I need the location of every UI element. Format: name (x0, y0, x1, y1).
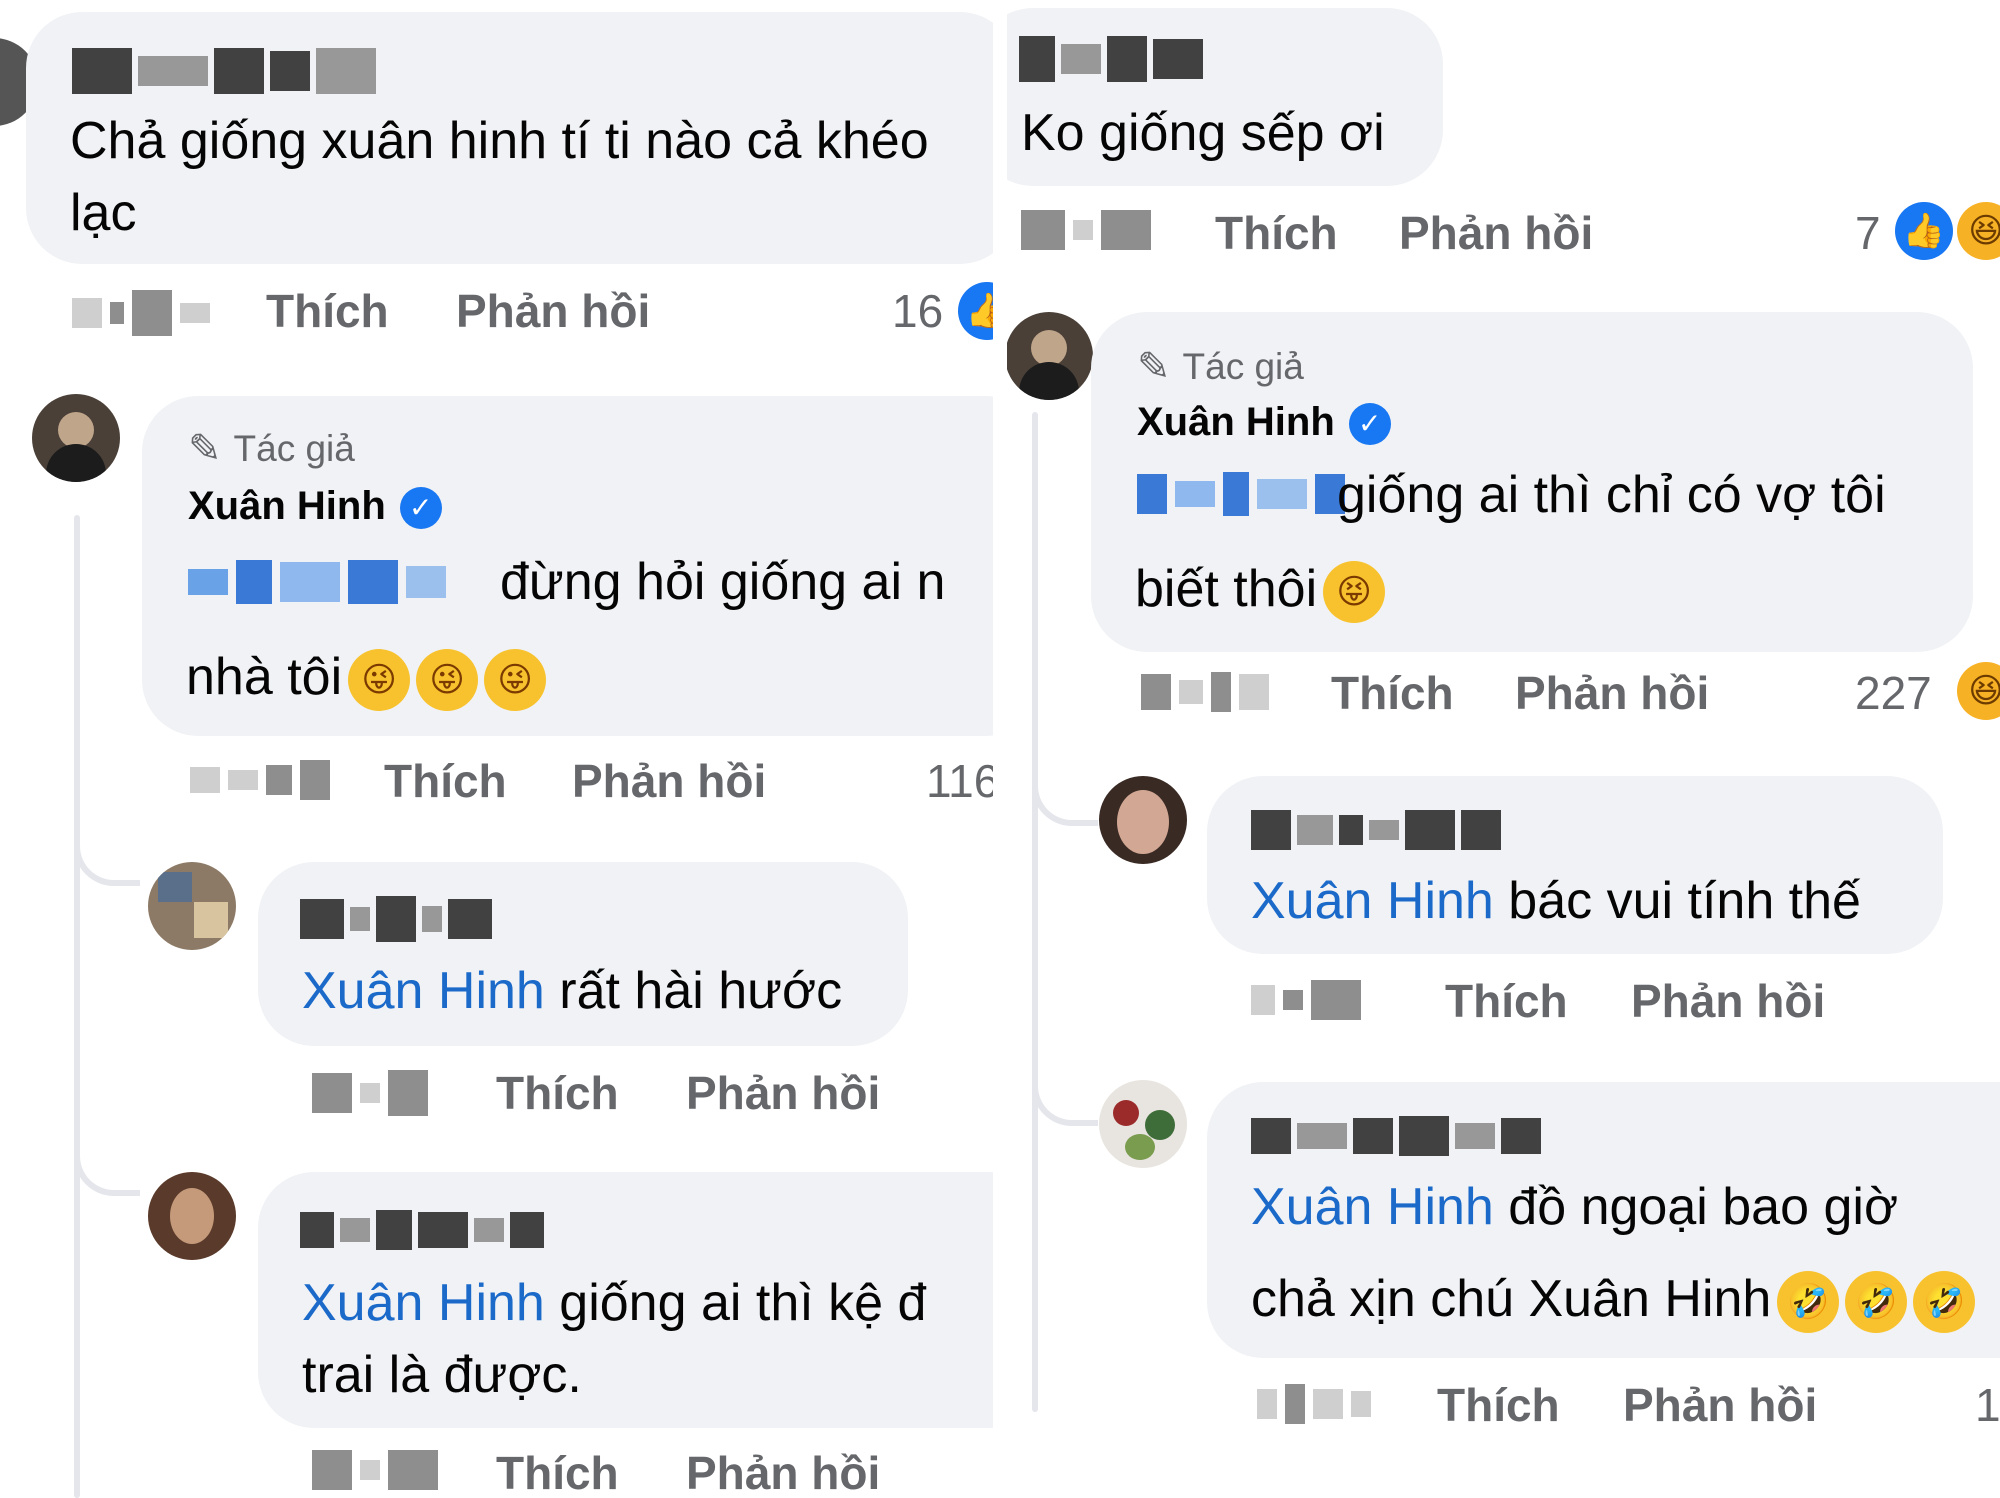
comment-text: Xuân Hinh bác vui tính thế (1251, 872, 1861, 930)
laughing-face-icon: 😆 (1957, 202, 2000, 260)
squinting-tongue-emoji: 😝 (1323, 561, 1386, 624)
comment-text: chả xịn chú Xuân Hinh 🤣 🤣 🤣 (1251, 1262, 1976, 1336)
thread-connector (1032, 760, 1098, 826)
rolling-laughing-emoji: 🤣 (1845, 1271, 1908, 1334)
right-comment-panel: Ko giống sếp ơi Thích Phản hồi 7 👍 😆 ✎ T… (1007, 0, 2000, 1498)
like-button[interactable]: Thích (1437, 1378, 1560, 1432)
blurred-author-name[interactable] (72, 48, 376, 94)
column-divider (993, 0, 1007, 1498)
avatar[interactable] (1099, 1080, 1187, 1168)
comment-text: trai là được. (302, 1346, 582, 1404)
avatar[interactable] (148, 862, 236, 950)
blurred-author-name[interactable] (1251, 1116, 1541, 1156)
blurred-timestamp (312, 1070, 428, 1116)
comment-text: nhà tôi 😜 😜 😜 (186, 640, 547, 714)
blurred-timestamp (72, 290, 210, 336)
pen-icon: ✎ (188, 427, 222, 471)
thumbs-up-icon: 👍 (958, 282, 993, 340)
avatar[interactable] (32, 394, 120, 482)
comment-text: giống ai thì chỉ có vợ tôi (1337, 466, 1886, 524)
blurred-timestamp (1141, 672, 1269, 712)
comment-text: Ko giống sếp ơi (1021, 104, 1385, 162)
like-button[interactable]: Thích (266, 284, 389, 338)
reply-button[interactable]: Phản hồi (1515, 666, 1709, 720)
mention-link[interactable]: Xuân Hinh (1251, 1178, 1494, 1236)
thread-connector (74, 820, 140, 886)
reply-button[interactable]: Phản hồi (686, 1066, 880, 1120)
thread-line (74, 515, 80, 1498)
blurred-author-name[interactable] (300, 896, 492, 942)
left-comment-panel: Chả giống xuân hinh tí ti nào cả khéo lạ… (0, 0, 993, 1498)
winking-tongue-emoji: 😜 (348, 649, 411, 712)
comment-text: Chả giống xuân hinh tí ti nào cả khéo (70, 112, 929, 170)
like-button[interactable]: Thích (1215, 206, 1338, 260)
like-button[interactable]: Thích (1445, 974, 1568, 1028)
verified-badge-icon: ✓ (1348, 403, 1391, 446)
avatar[interactable] (1007, 312, 1093, 400)
reaction-count: 1 (1975, 1379, 2000, 1431)
reply-button[interactable]: Phản hồi (1631, 974, 1825, 1028)
blurred-timestamp (1257, 1384, 1371, 1424)
blurred-author-name[interactable] (1019, 36, 1203, 82)
blurred-timestamp (190, 760, 330, 800)
winking-tongue-emoji: 😜 (416, 649, 479, 712)
comment-text: Xuân Hinh rất hài hước (302, 962, 843, 1020)
comment-text: biết thôi 😝 (1135, 552, 1386, 626)
thumbs-up-icon: 👍 (1895, 202, 1953, 260)
rolling-laughing-emoji: 🤣 (1777, 1271, 1840, 1334)
reply-button[interactable]: Phản hồi (456, 284, 650, 338)
blurred-mention (1137, 472, 1345, 516)
blurred-timestamp (1021, 210, 1151, 250)
avatar[interactable] (148, 1172, 236, 1260)
like-button[interactable]: Thích (1331, 666, 1454, 720)
verified-badge-icon: ✓ (399, 487, 442, 530)
thread-line (1032, 412, 1038, 1412)
mention-link[interactable]: Xuân Hinh (302, 962, 545, 1020)
reaction-count: 227 (1855, 667, 1932, 719)
rolling-laughing-emoji: 🤣 (1913, 1271, 1976, 1334)
comment-text: Xuân Hinh giống ai thì kệ đ (302, 1274, 927, 1332)
author-name[interactable]: Xuân Hinh ✓ (188, 484, 442, 530)
thread-connector (1032, 1060, 1098, 1126)
laughing-face-icon: 😆 (1957, 662, 2000, 720)
reaction-count: 116 (926, 755, 993, 807)
author-tag: ✎ Tác giả (1137, 345, 1304, 389)
winking-tongue-emoji: 😜 (484, 649, 547, 712)
comment-text: đừng hỏi giống ai n (500, 553, 946, 611)
blurred-mention (188, 560, 446, 604)
mention-link[interactable]: Xuân Hinh (1251, 872, 1494, 930)
avatar[interactable] (1099, 776, 1187, 864)
author-tag: ✎ Tác giả (188, 427, 355, 471)
comment-text: lạc (70, 184, 137, 242)
blurred-timestamp (1251, 980, 1361, 1020)
blurred-author-name[interactable] (300, 1210, 544, 1250)
like-button[interactable]: Thích (496, 1446, 619, 1498)
reply-button[interactable]: Phản hồi (1623, 1378, 1817, 1432)
mention-link[interactable]: Xuân Hinh (302, 1274, 545, 1332)
blurred-timestamp (312, 1450, 438, 1490)
reply-button[interactable]: Phản hồi (1399, 206, 1593, 260)
blurred-author-name[interactable] (1251, 810, 1501, 850)
author-name[interactable]: Xuân Hinh ✓ (1137, 400, 1391, 446)
like-button[interactable]: Thích (496, 1066, 619, 1120)
thread-connector (74, 1130, 140, 1196)
reply-button[interactable]: Phản hồi (686, 1446, 880, 1498)
comment-text: Xuân Hinh đồ ngoại bao giờ (1251, 1178, 1899, 1236)
like-button[interactable]: Thích (384, 754, 507, 808)
pen-icon: ✎ (1137, 345, 1171, 389)
reaction-count: 16 (892, 285, 944, 337)
reply-button[interactable]: Phản hồi (572, 754, 766, 808)
reaction-count: 7 (1855, 207, 1881, 259)
